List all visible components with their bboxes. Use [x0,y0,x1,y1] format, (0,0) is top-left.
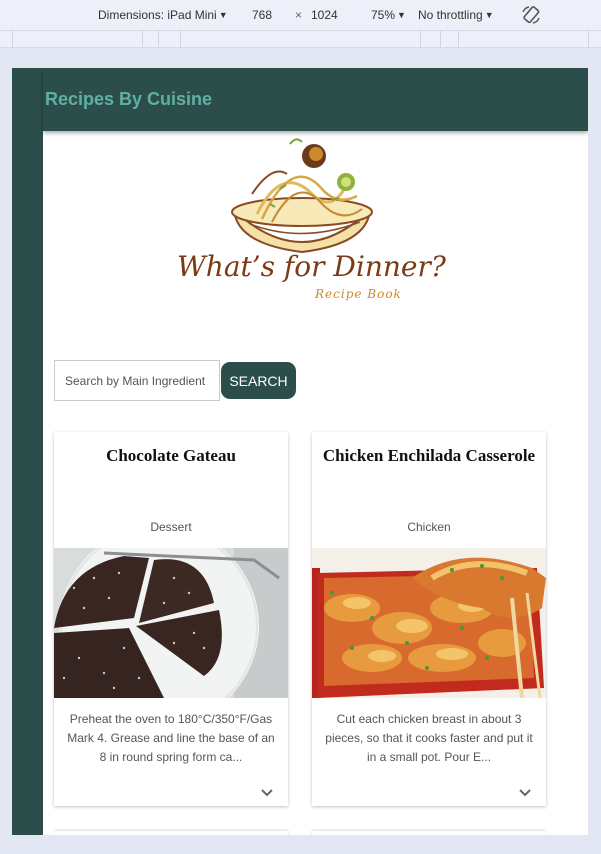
app-title: Recipes By Cuisine [45,89,213,109]
recipe-card-partial [312,831,546,835]
zoom-select[interactable]: 75% ▼ [371,8,406,22]
recipe-excerpt: Preheat the oven to 180°C/350°F/Gas Mark… [67,712,275,764]
dropdown-arrow-icon: ▼ [484,10,494,20]
chicken-enchilada-casserole-image [312,548,546,698]
throttling-select[interactable]: No throttling ▼ [418,8,494,22]
sidebar [12,68,43,835]
device-width-input[interactable]: 768 [252,8,272,22]
recipe-category: Chicken [407,520,451,534]
media-query-ruler [0,31,601,48]
chevron-down-icon[interactable] [518,788,532,798]
dimension-times-sign: × [295,8,303,22]
throttling-label: No throttling [418,8,483,22]
recipe-title: Chicken Enchilada Casserole [322,446,536,465]
recipe-title: Chocolate Gateau [106,446,236,465]
device-dimensions-select[interactable]: Dimensions: iPad Mini ▼ [98,8,228,22]
logo-subtitle: Recipe Book [315,287,402,301]
chevron-down-icon[interactable] [260,788,274,798]
rotate-icon[interactable] [520,4,542,26]
search-button[interactable]: SEARCH [221,362,296,399]
recipe-card[interactable]: Chicken Enchilada Casserole Chicken Cut … [312,432,546,806]
chocolate-gateau-image [54,548,288,698]
search-input[interactable] [54,360,220,401]
device-dimensions-label: Dimensions: iPad Mini [98,8,217,22]
device-height-input[interactable]: 1024 [311,8,338,22]
recipe-category: Dessert [150,520,192,534]
app-bar: Recipes By Cuisine [43,68,588,131]
recipe-excerpt: Cut each chicken breast in about 3 piece… [325,712,533,764]
recipe-card[interactable]: Chocolate Gateau Dessert Preheat the ove… [54,432,288,806]
page-viewport: Recipes By Cuisine What’s for Dinner? Re… [12,68,588,835]
zoom-label: 75% [371,8,396,22]
device-toolbar: Dimensions: iPad Mini ▼ 768 × 1024 75% ▼ N… [0,0,601,31]
dropdown-arrow-icon: ▼ [397,10,406,20]
dropdown-arrow-icon: ▼ [218,10,228,20]
recipe-card-partial [54,831,288,835]
logo-title: What’s for Dinner? [177,250,446,283]
